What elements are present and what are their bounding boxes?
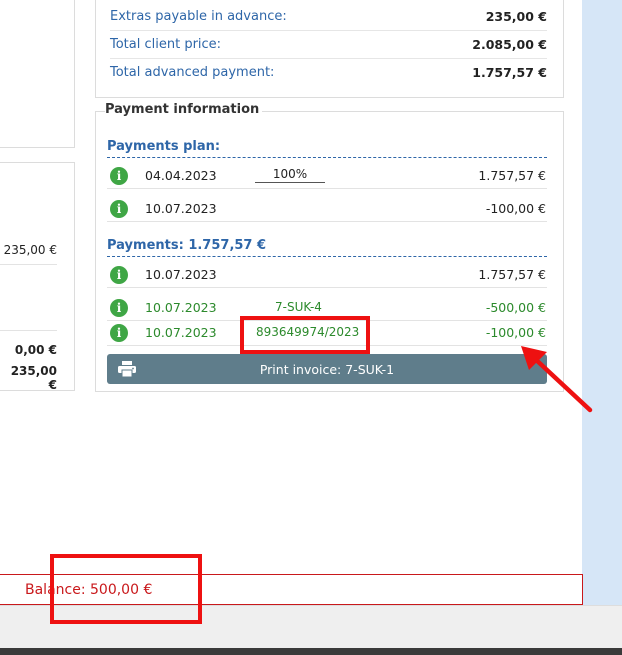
payment-reference[interactable]: 7-SUK-4 [275, 300, 322, 314]
payments-plan-heading: Payments plan: [107, 139, 547, 158]
summary-label: Total client price: [110, 36, 222, 52]
right-side-panel [582, 0, 622, 605]
print-invoice-button[interactable]: Print invoice: 7-SUK-1 [107, 354, 547, 384]
info-icon[interactable]: i [110, 299, 128, 317]
left-separator [0, 330, 57, 331]
print-invoice-label: Print invoice: 7-SUK-1 [259, 361, 395, 377]
plan-date: 10.07.2023 [145, 201, 217, 216]
printer-icon [118, 361, 136, 377]
payment-amount: -100,00 € [485, 325, 546, 340]
left-separator [0, 264, 57, 265]
summary-value: 235,00 € [485, 8, 547, 24]
payment-row: i 10.07.2023 1.757,57 € [107, 262, 547, 288]
plan-row: i 10.07.2023 -100,00 € [107, 196, 547, 222]
info-icon[interactable]: i [110, 167, 128, 185]
payment-date: 10.07.2023 [145, 325, 217, 340]
left-value-2: 0,00 € [14, 343, 57, 357]
summary-row: Extras payable in advance: 235,00 € [110, 2, 547, 30]
summary-value: 2.085,00 € [472, 36, 547, 52]
left-value-3: 235,00 € [10, 364, 57, 392]
payments-heading: Payments: 1.757,57 € [107, 238, 547, 257]
price-summary: Extras payable in advance: 235,00 € Tota… [95, 0, 564, 98]
summary-value: 1.757,57 € [472, 64, 547, 80]
bottom-strip [0, 648, 622, 655]
left-panel-bottom: 235,00 € 0,00 € 235,00 € [0, 162, 75, 392]
highlight-box [50, 554, 202, 624]
plan-amount: -100,00 € [485, 201, 546, 216]
payment-amount: 1.757,57 € [478, 267, 546, 282]
payment-date: 10.07.2023 [145, 300, 217, 315]
plan-percent: 100% [255, 167, 325, 183]
payment-amount: -500,00 € [485, 300, 546, 315]
payment-date: 10.07.2023 [145, 267, 217, 282]
info-icon[interactable]: i [110, 266, 128, 284]
payment-information-legend: Payment information [105, 102, 263, 117]
info-icon[interactable]: i [110, 200, 128, 218]
plan-row: i 04.04.2023 100% 1.757,57 € [107, 163, 547, 189]
summary-label: Extras payable in advance: [110, 8, 287, 24]
info-icon[interactable]: i [110, 324, 128, 342]
left-panel-top [0, 0, 75, 148]
left-value-1: 235,00 € [3, 243, 57, 257]
plan-date: 04.04.2023 [145, 168, 217, 183]
arrow-icon [521, 346, 593, 413]
plan-amount: 1.757,57 € [478, 168, 546, 183]
summary-row: Total advanced payment: 1.757,57 € [110, 58, 547, 86]
summary-row: Total client price: 2.085,00 € [110, 30, 547, 58]
summary-label: Total advanced payment: [110, 64, 275, 80]
highlight-box [240, 316, 370, 354]
